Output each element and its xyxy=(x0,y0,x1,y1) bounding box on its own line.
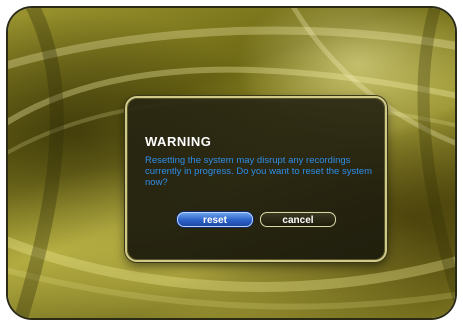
tv-screen: WARNING Resetting the system may disrupt… xyxy=(8,8,455,318)
reset-button[interactable]: reset xyxy=(177,212,253,227)
dialog-message: Resetting the system may disrupt any rec… xyxy=(145,155,373,188)
dialog-title: WARNING xyxy=(145,134,212,149)
warning-dialog: WARNING Resetting the system may disrupt… xyxy=(125,96,387,262)
cancel-button[interactable]: cancel xyxy=(260,212,336,227)
